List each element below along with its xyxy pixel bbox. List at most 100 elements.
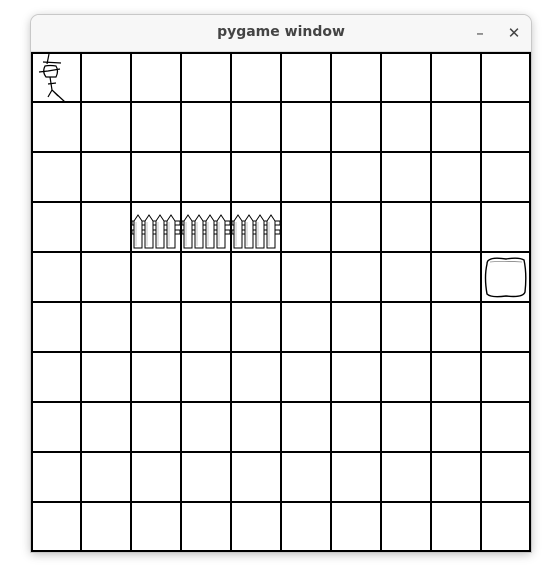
game-board[interactable] — [31, 52, 531, 552]
close-button[interactable]: ✕ — [501, 20, 527, 46]
grid-cell[interactable] — [81, 52, 131, 102]
grid-cell[interactable] — [131, 52, 181, 102]
grid-cell[interactable] — [481, 502, 531, 552]
grid-cell[interactable] — [481, 102, 531, 152]
grid-cell[interactable] — [181, 502, 231, 552]
grid-cell[interactable] — [331, 152, 381, 202]
title-bar[interactable]: pygame window – ✕ — [31, 15, 531, 52]
grid-cell[interactable] — [181, 102, 231, 152]
grid-cell[interactable] — [31, 402, 81, 452]
grid-cell[interactable] — [181, 402, 231, 452]
grid-cell[interactable] — [81, 352, 131, 402]
grid-cell[interactable] — [81, 252, 131, 302]
grid-cell[interactable] — [231, 352, 281, 402]
grid-cell[interactable] — [281, 302, 331, 352]
grid-cell[interactable] — [331, 452, 381, 502]
grid-cell[interactable] — [331, 102, 381, 152]
grid-cell[interactable] — [381, 152, 431, 202]
grid-cell[interactable] — [31, 252, 81, 302]
grid-cell[interactable] — [431, 202, 481, 252]
grid-cell[interactable] — [381, 202, 431, 252]
grid-cell[interactable] — [431, 352, 481, 402]
grid-cell[interactable] — [281, 52, 331, 102]
grid-cell[interactable] — [181, 302, 231, 352]
grid-cell[interactable] — [231, 402, 281, 452]
grid-cell[interactable] — [31, 302, 81, 352]
grid-cell[interactable] — [81, 452, 131, 502]
grid-cell[interactable] — [481, 352, 531, 402]
grid-cell[interactable] — [331, 352, 381, 402]
grid-cell[interactable] — [381, 352, 431, 402]
grid-cell[interactable] — [281, 152, 331, 202]
grid-cell[interactable] — [431, 52, 481, 102]
grid-cell[interactable] — [281, 202, 331, 252]
grid-cell[interactable] — [431, 252, 481, 302]
grid-cell[interactable] — [381, 502, 431, 552]
grid-cell[interactable] — [381, 452, 431, 502]
grid-cell[interactable] — [381, 102, 431, 152]
grid-cell[interactable] — [81, 502, 131, 552]
grid-cell[interactable] — [281, 502, 331, 552]
grid-cell[interactable] — [181, 52, 231, 102]
grid-cell[interactable] — [131, 352, 181, 402]
grid-cell[interactable] — [131, 252, 181, 302]
grid-cell[interactable] — [231, 102, 281, 152]
grid-cell[interactable] — [231, 252, 281, 302]
grid-cell[interactable] — [31, 502, 81, 552]
grid-cell[interactable] — [81, 302, 131, 352]
grid-cell[interactable] — [131, 452, 181, 502]
grid-cell[interactable] — [181, 352, 231, 402]
grid-cell[interactable] — [331, 202, 381, 252]
grid-cell[interactable] — [331, 52, 381, 102]
grid-cell[interactable] — [431, 152, 481, 202]
grid-cell[interactable] — [331, 252, 381, 302]
grid-cell[interactable] — [481, 402, 531, 452]
grid-cell[interactable] — [281, 452, 331, 502]
grid-cell[interactable] — [181, 152, 231, 202]
grid-cell[interactable] — [281, 352, 331, 402]
grid-cell[interactable] — [431, 402, 481, 452]
grid-cell[interactable] — [131, 502, 181, 552]
grid-cell[interactable] — [131, 302, 181, 352]
grid-cell[interactable] — [431, 102, 481, 152]
grid-cell[interactable] — [281, 102, 331, 152]
grid-cell[interactable] — [381, 52, 431, 102]
minimize-button[interactable]: – — [467, 20, 493, 46]
grid-cell[interactable] — [231, 152, 281, 202]
grid-cell[interactable] — [431, 452, 481, 502]
grid-cell[interactable] — [481, 202, 531, 252]
grid-cell[interactable] — [281, 402, 331, 452]
grid-cell[interactable] — [331, 502, 381, 552]
grid-cell[interactable] — [31, 202, 81, 252]
game-grid[interactable] — [31, 52, 531, 552]
grid-cell[interactable] — [381, 402, 431, 452]
grid-cell[interactable] — [31, 102, 81, 152]
grid-cell[interactable] — [31, 352, 81, 402]
grid-cell[interactable] — [231, 502, 281, 552]
grid-cell[interactable] — [481, 302, 531, 352]
grid-cell[interactable] — [381, 302, 431, 352]
grid-cell[interactable] — [381, 252, 431, 302]
grid-cell[interactable] — [281, 252, 331, 302]
grid-cell[interactable] — [231, 302, 281, 352]
grid-cell[interactable] — [231, 52, 281, 102]
grid-cell[interactable] — [31, 452, 81, 502]
grid-cell[interactable] — [131, 152, 181, 202]
grid-cell[interactable] — [181, 252, 231, 302]
grid-cell[interactable] — [81, 402, 131, 452]
grid-cell[interactable] — [81, 152, 131, 202]
grid-cell[interactable] — [331, 402, 381, 452]
grid-cell[interactable] — [181, 452, 231, 502]
grid-cell[interactable] — [431, 502, 481, 552]
grid-cell[interactable] — [31, 152, 81, 202]
grid-cell[interactable] — [81, 202, 131, 252]
grid-cell[interactable] — [231, 452, 281, 502]
grid-cell[interactable] — [481, 152, 531, 202]
grid-cell[interactable] — [131, 402, 181, 452]
grid-cell[interactable] — [81, 102, 131, 152]
grid-cell[interactable] — [331, 302, 381, 352]
grid-cell[interactable] — [481, 52, 531, 102]
grid-cell[interactable] — [481, 452, 531, 502]
grid-cell[interactable] — [431, 302, 481, 352]
grid-cell[interactable] — [131, 102, 181, 152]
